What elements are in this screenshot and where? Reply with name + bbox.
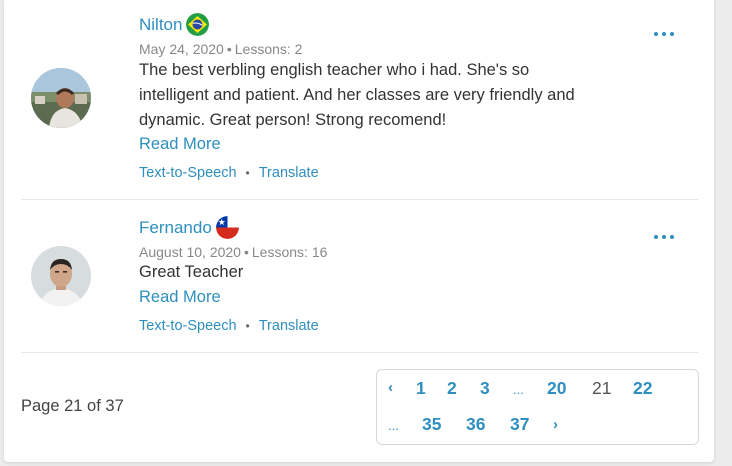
pagination: ‹ 1 2 3 ... 20 21 22 ... 35 36 37 › — [376, 369, 699, 445]
page-indicator: Page 21 of 37 — [21, 397, 124, 415]
lessons-count: Lessons: 2 — [234, 41, 303, 57]
review-item: Nilton May 24, 2020 • Lessons: 2 The best … — [4, 0, 714, 199]
read-more-link[interactable]: Read More — [139, 135, 221, 154]
meta-separator: • — [226, 41, 232, 57]
reviews-card: Nilton May 24, 2020 • Lessons: 2 The best … — [4, 0, 714, 462]
text-to-speech-link[interactable]: Text-to-Speech — [139, 165, 237, 181]
avatar[interactable] — [31, 246, 91, 306]
review-item: Fernando August 10, 2020 • Lessons: 16 Gre… — [4, 199, 714, 352]
text-to-speech-link[interactable]: Text-to-Speech — [139, 318, 237, 334]
reviewer-name[interactable]: Nilton — [139, 15, 182, 35]
review-date: August 10, 2020 — [139, 244, 241, 260]
page-link[interactable]: 35 — [422, 414, 441, 435]
page-link[interactable]: 22 — [633, 378, 652, 399]
reviewer-name[interactable]: Fernando — [139, 218, 212, 238]
more-options-icon[interactable] — [654, 28, 678, 40]
avatar[interactable] — [31, 68, 91, 128]
page-link[interactable]: 36 — [466, 414, 485, 435]
action-separator: • — [245, 319, 250, 333]
brazil-flag-icon — [186, 13, 210, 36]
review-meta: August 10, 2020 • Lessons: 16 — [139, 244, 327, 260]
next-page-button[interactable]: › — [553, 416, 558, 433]
review-actions: Text-to-Speech • Translate — [139, 165, 319, 181]
review-text: Great Teacher — [139, 263, 244, 281]
review-meta: May 24, 2020 • Lessons: 2 — [139, 41, 302, 57]
pagination-ellipsis: ... — [388, 418, 399, 433]
review-text: The best verbling english teacher who i … — [139, 61, 575, 129]
page-link[interactable]: 2 — [447, 378, 457, 399]
meta-separator: • — [243, 244, 249, 260]
prev-page-button[interactable]: ‹ — [388, 379, 393, 396]
page-link[interactable]: 3 — [480, 378, 490, 399]
page-link[interactable]: 37 — [510, 414, 529, 435]
action-separator: • — [245, 166, 250, 180]
review-date: May 24, 2020 — [139, 41, 224, 57]
translate-link[interactable]: Translate — [259, 165, 319, 181]
translate-link[interactable]: Translate — [259, 318, 319, 334]
page-link[interactable]: 20 — [547, 378, 566, 399]
read-more-link[interactable]: Read More — [139, 288, 221, 307]
lessons-count: Lessons: 16 — [251, 244, 328, 260]
chile-flag-icon — [215, 216, 239, 239]
current-page: 21 — [592, 378, 612, 398]
review-actions: Text-to-Speech • Translate — [139, 318, 319, 334]
pagination-ellipsis: ... — [513, 382, 524, 397]
divider — [21, 352, 698, 353]
more-options-icon[interactable] — [654, 231, 678, 243]
page-link[interactable]: 1 — [416, 378, 426, 399]
